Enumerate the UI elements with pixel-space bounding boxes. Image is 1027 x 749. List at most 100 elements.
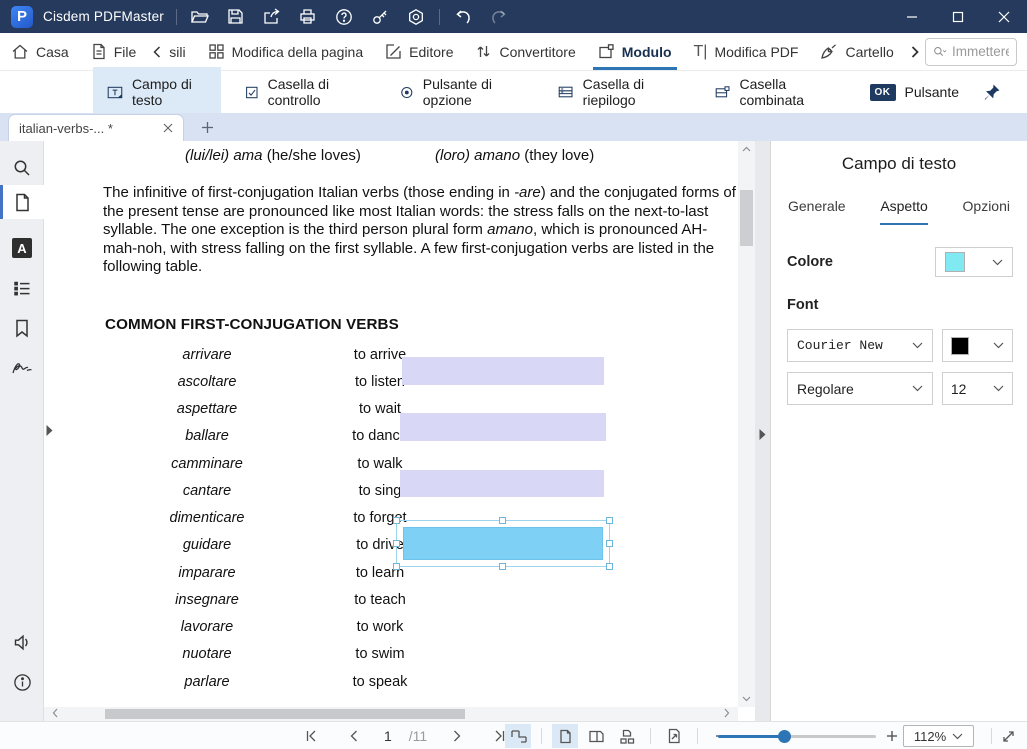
menu-cartello[interactable]: Cartello <box>809 33 904 70</box>
zoom-slider-thumb[interactable] <box>778 730 791 743</box>
resize-handle-n[interactable] <box>499 517 506 524</box>
fill-color-dropdown[interactable] <box>935 247 1013 277</box>
form-field[interactable] <box>400 470 604 497</box>
menu-convertitore[interactable]: Convertitore <box>464 33 586 70</box>
prev-page-button[interactable] <box>341 724 367 748</box>
sidebar-bookmarks[interactable] <box>0 311 44 345</box>
minimize-button[interactable] <box>889 0 935 33</box>
document-tab[interactable]: italian-verbs-... * <box>8 114 184 141</box>
pin-icon[interactable] <box>983 83 1001 102</box>
close-button[interactable] <box>981 0 1027 33</box>
form-field[interactable] <box>400 413 606 441</box>
tool-checkbox[interactable]: Casella di controllo <box>231 67 376 117</box>
zoom-level-dropdown[interactable]: 112% <box>903 725 974 747</box>
font-family-dropdown[interactable]: Courier New <box>787 329 933 362</box>
sidebar-signature[interactable] <box>0 351 44 385</box>
resize-handle-s[interactable] <box>499 563 506 570</box>
page-jump-button[interactable] <box>661 724 687 748</box>
new-tab-button[interactable] <box>196 116 218 138</box>
tool-combo-box[interactable]: Casella combinata <box>701 67 845 117</box>
horizontal-scroll-thumb[interactable] <box>105 709 465 719</box>
undo-icon[interactable] <box>452 6 474 28</box>
redo-icon[interactable] <box>488 6 510 28</box>
menu-modifica-pdf[interactable]: T| Modifica PDF <box>683 33 810 70</box>
search-box[interactable] <box>925 38 1017 66</box>
settings-icon[interactable] <box>405 6 427 28</box>
export-icon[interactable] <box>261 6 283 28</box>
resize-handle-ne[interactable] <box>606 517 613 524</box>
first-page-button[interactable] <box>298 724 324 748</box>
maximize-button[interactable] <box>935 0 981 33</box>
multi-page-view-button[interactable] <box>614 724 640 748</box>
selected-form-field[interactable] <box>396 520 610 567</box>
resize-handle-se[interactable] <box>606 563 613 570</box>
form-field[interactable] <box>402 357 604 385</box>
menu-editore[interactable]: Editore <box>374 33 464 70</box>
zoom-in-button[interactable] <box>879 724 905 748</box>
table-heading: COMMON FIRST-CONJUGATION VERBS <box>105 316 399 333</box>
divider <box>650 728 651 744</box>
panel-strip <box>755 141 770 721</box>
tool-text-field[interactable]: Campo di testo <box>93 67 221 117</box>
sign-icon <box>820 43 838 60</box>
horizontal-scrollbar[interactable] <box>44 707 738 721</box>
save-icon[interactable] <box>225 6 247 28</box>
sidebar-list[interactable] <box>0 271 44 305</box>
menu-modifica-della-pagina[interactable]: Modifica della pagina <box>197 33 375 70</box>
resize-handle-e[interactable] <box>606 540 613 547</box>
divider <box>439 9 440 25</box>
vertical-scroll-thumb[interactable] <box>740 190 753 246</box>
open-file-icon[interactable] <box>189 6 211 28</box>
sidebar-info[interactable] <box>0 665 44 699</box>
fill-color-swatch <box>945 252 965 272</box>
tool-push-button[interactable]: OK Pulsante <box>856 75 973 110</box>
sidebar-thumbnails[interactable] <box>0 185 44 219</box>
fit-width-button[interactable] <box>505 724 531 748</box>
checkbox-icon <box>245 84 259 101</box>
document-page[interactable]: (lui/lei) ama (he/she loves) (loro) aman… <box>44 141 755 721</box>
two-page-view-button[interactable] <box>583 724 609 748</box>
fullscreen-button[interactable] <box>995 724 1021 748</box>
resize-handle-sw[interactable] <box>393 563 400 570</box>
speaker-icon <box>13 634 32 651</box>
tab-generale[interactable]: Generale <box>788 198 846 225</box>
font-color-dropdown[interactable] <box>942 329 1013 362</box>
app-logo-icon: P <box>11 6 33 28</box>
font-style-dropdown[interactable]: Regolare <box>787 372 933 405</box>
expand-left-panel-icon[interactable] <box>45 424 54 437</box>
tool-list-box[interactable]: Casella di riepilogo <box>544 67 691 117</box>
search-input[interactable] <box>952 44 1009 59</box>
zoom-slider[interactable] <box>718 735 876 738</box>
tab-close-icon[interactable] <box>163 123 173 133</box>
menu-utensili-truncated[interactable]: sili <box>167 33 196 70</box>
menu-modulo[interactable]: Modulo <box>587 33 683 70</box>
chevron-down-icon <box>992 259 1003 266</box>
sidebar-annotations[interactable]: A <box>0 231 44 265</box>
help-icon[interactable] <box>333 6 355 28</box>
tab-opzioni[interactable]: Opzioni <box>963 198 1010 225</box>
edit-icon <box>385 43 402 60</box>
print-icon[interactable] <box>297 6 319 28</box>
vertical-scrollbar[interactable] <box>738 141 755 707</box>
document-tab-label: italian-verbs-... * <box>19 121 113 136</box>
sidebar-search[interactable] <box>0 151 44 185</box>
menu-file[interactable]: File <box>80 33 148 70</box>
home-icon <box>11 43 29 60</box>
menu-scroll-left[interactable] <box>147 45 167 59</box>
resize-handle-w[interactable] <box>393 540 400 547</box>
font-size-dropdown[interactable]: 12 <box>942 372 1013 405</box>
next-page-button[interactable] <box>444 724 470 748</box>
menu-casa[interactable]: Casa <box>0 33 80 70</box>
key-icon[interactable] <box>369 6 391 28</box>
page-number-input[interactable]: 1 <box>384 728 392 744</box>
tool-radio-button[interactable]: Pulsante di opzione <box>386 67 534 117</box>
info-icon <box>13 673 32 692</box>
menu-scroll-right[interactable] <box>905 45 925 59</box>
scroll-left-icon <box>52 708 58 718</box>
tab-aspetto[interactable]: Aspetto <box>880 198 927 225</box>
sidebar-read-aloud[interactable] <box>0 625 44 659</box>
expand-right-panel-icon[interactable] <box>758 428 767 441</box>
resize-handle-nw[interactable] <box>393 517 400 524</box>
single-page-view-button[interactable] <box>552 724 578 748</box>
chevron-down-icon <box>993 385 1004 392</box>
